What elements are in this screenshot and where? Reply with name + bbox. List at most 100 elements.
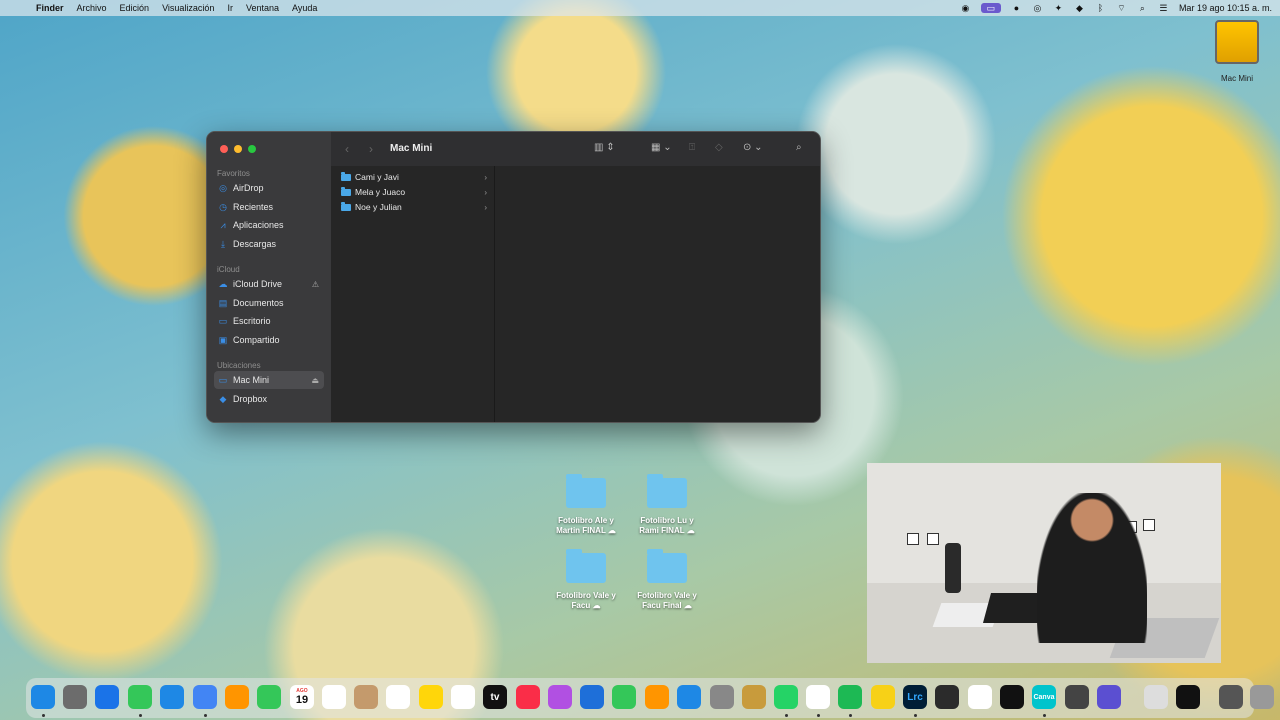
dropbox-icon[interactable]: ◆ — [1074, 3, 1085, 13]
menu-ir[interactable]: Ir — [227, 3, 233, 13]
sidebar-item-escritorio[interactable]: ▭ Escritorio — [214, 312, 324, 330]
finder-icon[interactable] — [31, 685, 55, 709]
sidebar-item-aplicaciones[interactable]: ⩘ Aplicaciones — [214, 216, 324, 234]
menu-archivo[interactable]: Archivo — [77, 3, 107, 13]
screen-record-icon[interactable]: ▭ — [980, 3, 1001, 13]
back-icon[interactable]: ‹ — [345, 142, 349, 156]
sidebar-item-descargas[interactable]: ⤓ Descargas — [214, 235, 324, 253]
canva-icon[interactable]: Canva — [1032, 685, 1056, 709]
app-icon[interactable] — [968, 685, 992, 709]
document-icon: ▤ — [218, 297, 228, 308]
search-icon[interactable]: ⌕ — [1137, 3, 1148, 13]
folder-label: Martin FINAL ☁ — [556, 526, 616, 535]
desktop-folder[interactable]: Fotolibro Lu y Rami FINAL ☁ — [627, 474, 707, 536]
facetime-icon[interactable] — [257, 685, 281, 709]
list-item[interactable]: Mela y Juaco › — [341, 185, 489, 199]
contacts-icon[interactable] — [322, 685, 346, 709]
mail-icon[interactable] — [160, 685, 184, 709]
menu-visualizacion[interactable]: Visualización — [162, 3, 214, 13]
forward-icon[interactable]: › — [369, 142, 373, 156]
status-app-icon[interactable]: ● — [1011, 3, 1022, 13]
freeform-icon[interactable] — [451, 685, 475, 709]
screen-icon[interactable] — [1219, 685, 1243, 709]
clock[interactable]: Mar 19 ago 10:15 a. m. — [1179, 3, 1272, 13]
applications-icon: ⩘ — [220, 219, 226, 230]
safari-icon[interactable] — [95, 685, 119, 709]
league-icon[interactable] — [742, 685, 766, 709]
podcasts-icon[interactable] — [548, 685, 572, 709]
minimize-button[interactable] — [234, 145, 242, 153]
pages-icon[interactable] — [645, 685, 669, 709]
eject-icon[interactable]: ⏏ — [311, 376, 319, 385]
app-icon[interactable] — [1065, 685, 1089, 709]
app-icon[interactable] — [871, 685, 895, 709]
system-settings-icon[interactable] — [710, 685, 734, 709]
desktop-disk-mac-mini[interactable]: Mac Mini — [1213, 20, 1261, 83]
status-app-icon[interactable]: ✦ — [1053, 3, 1064, 13]
sidebar-item-documentos[interactable]: ▤ Documentos — [214, 294, 324, 312]
sidebar-item-icloud-drive[interactable]: ☁ iCloud Drive ⚠ — [214, 275, 324, 293]
capcut-icon[interactable] — [1000, 685, 1024, 709]
spotify-icon[interactable] — [838, 685, 862, 709]
wifi-icon[interactable]: ⌔ — [1116, 3, 1127, 13]
running-indicator — [817, 714, 820, 717]
list-item[interactable]: Noe y Julian › — [341, 200, 489, 214]
music-icon[interactable] — [516, 685, 540, 709]
running-indicator — [785, 714, 788, 717]
menu-ayuda[interactable]: Ayuda — [292, 3, 317, 13]
notes-icon[interactable] — [419, 685, 443, 709]
chrome-icon[interactable] — [806, 685, 830, 709]
notes-app-icon[interactable] — [354, 685, 378, 709]
reminders-icon[interactable] — [386, 685, 410, 709]
lightroom-icon[interactable]: Lrc — [903, 685, 927, 709]
search-icon[interactable]: ⌕ — [796, 142, 802, 153]
control-center-icon[interactable]: ☰ — [1158, 3, 1169, 13]
more-actions-icon[interactable]: ⊙ ⌄ — [743, 142, 763, 153]
menu-finder[interactable]: Finder — [36, 3, 64, 13]
sidebar-item-recientes[interactable]: ◷ Recientes — [214, 198, 324, 216]
sidebar-item-label: Dropbox — [233, 394, 268, 404]
sidebar-item-mac-mini[interactable]: ▭ Mac Mini ⏏ — [214, 371, 324, 389]
app-icon[interactable] — [1176, 685, 1200, 709]
sidebar-item-dropbox[interactable]: ◆ Dropbox — [214, 390, 324, 408]
desktop-folder[interactable]: Fotolibro Ale y Martin FINAL ☁ — [546, 474, 626, 536]
maps-icon[interactable] — [193, 685, 217, 709]
sidebar-item-airdrop[interactable]: ◎ AirDrop — [214, 179, 324, 197]
app-icon[interactable] — [1097, 685, 1121, 709]
sidebar-item-compartido[interactable]: ▣ Compartido — [214, 331, 324, 349]
photos-icon[interactable] — [225, 685, 249, 709]
share-icon[interactable]: ⍐ — [689, 142, 695, 153]
trash-icon[interactable] — [1250, 685, 1274, 709]
close-button[interactable] — [220, 145, 228, 153]
column-view-icon[interactable]: ▥ ⇕ — [594, 142, 615, 153]
apple-tv-icon[interactable]: tv — [483, 685, 507, 709]
list-item[interactable]: Cami y Javi › — [341, 170, 489, 184]
preview-icon[interactable] — [1144, 685, 1168, 709]
app-icon[interactable] — [935, 685, 959, 709]
sidebar: Favoritos ◎ AirDrop ◷ Recientes ⩘ Aplica… — [207, 132, 331, 422]
keynote-icon[interactable] — [580, 685, 604, 709]
sidebar-item-label: AirDrop — [233, 183, 264, 193]
numbers-icon[interactable] — [612, 685, 636, 709]
clock-icon: ◷ — [219, 201, 227, 212]
tag-icon[interactable]: ◇ — [715, 142, 723, 153]
bluetooth-icon[interactable]: ᛒ — [1095, 3, 1106, 13]
whatsapp-icon[interactable] — [774, 685, 798, 709]
status-app-icon[interactable]: ◎ — [1032, 3, 1043, 13]
app-store-icon[interactable] — [677, 685, 701, 709]
group-icon[interactable]: ▦ ⌄ — [651, 142, 672, 153]
warning-icon: ⚠ — [311, 279, 319, 289]
sidebar-item-label: iCloud Drive — [233, 279, 283, 289]
desktop-folder[interactable]: Fotolibro Vale y Facu ☁ — [546, 549, 626, 611]
launchpad-icon[interactable] — [63, 685, 87, 709]
menu-ventana[interactable]: Ventana — [246, 3, 279, 13]
running-indicator — [42, 714, 45, 717]
zoom-button[interactable] — [248, 145, 256, 153]
webcam-overlay — [867, 463, 1221, 663]
menu-edicion[interactable]: Edición — [120, 3, 150, 13]
folder-label: Fotolibro Lu y — [640, 516, 694, 525]
status-icon[interactable]: ◉ — [960, 3, 971, 13]
messages-icon[interactable] — [128, 685, 152, 709]
desktop-folder[interactable]: Fotolibro Vale y Facu Final ☁ — [627, 549, 707, 611]
calendar-icon[interactable]: AGO 19 — [290, 685, 314, 709]
